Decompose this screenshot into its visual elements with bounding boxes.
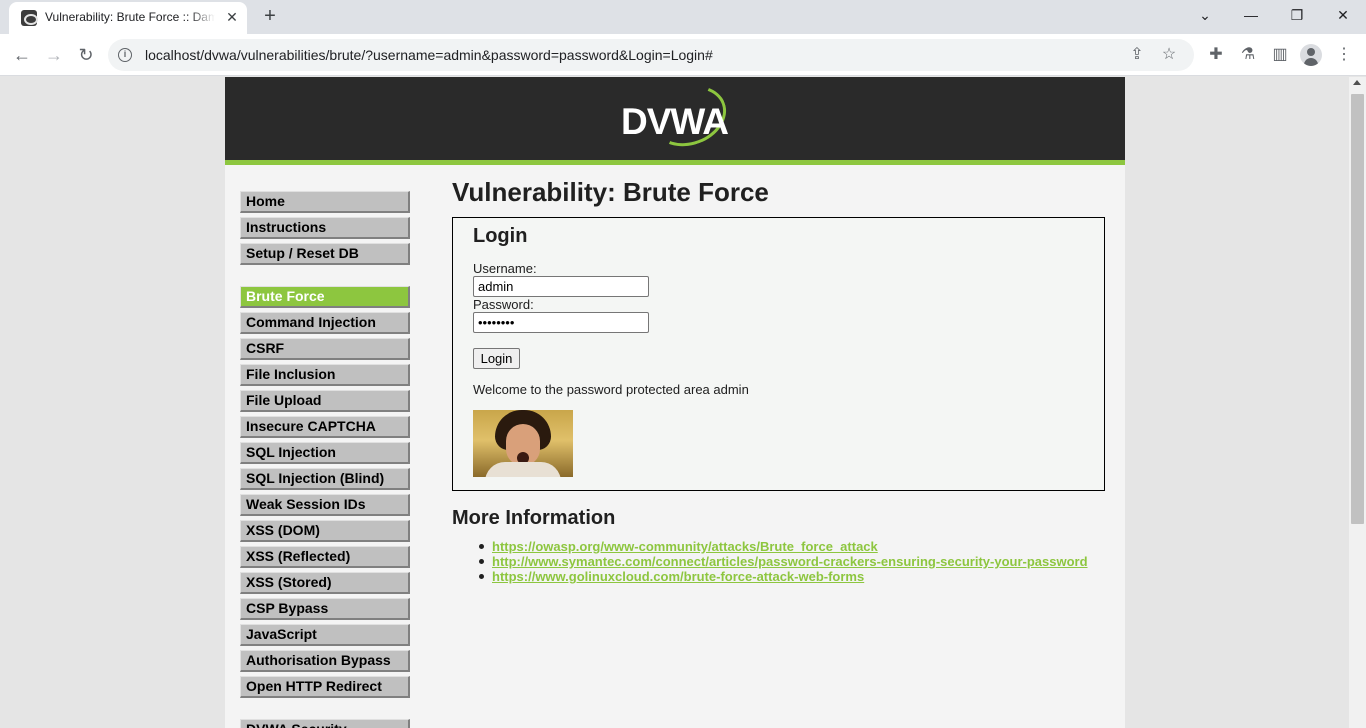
dvwa-container: DVWA Home Instructions Setup / Reset DB … bbox=[225, 77, 1125, 728]
menu-item-file-upload[interactable]: File Upload bbox=[240, 390, 410, 412]
menu-item-file-inclusion[interactable]: File Inclusion bbox=[240, 364, 410, 386]
menu-item-sql-injection-blind[interactable]: SQL Injection (Blind) bbox=[240, 468, 410, 490]
back-icon[interactable]: ← bbox=[10, 43, 34, 67]
share-icon[interactable]: ⇪ bbox=[1127, 45, 1147, 65]
welcome-message: Welcome to the password protected area a… bbox=[473, 382, 749, 397]
menu-item-setup[interactable]: Setup / Reset DB bbox=[240, 243, 410, 265]
extensions-icon[interactable]: ✚ bbox=[1204, 43, 1228, 67]
browser-titlebar: Vulnerability: Brute Force :: Damn Vulne… bbox=[0, 0, 1366, 34]
golinuxcloud-link[interactable]: https://www.golinuxcloud.com/brute-force… bbox=[492, 569, 864, 584]
menu-item-command-injection[interactable]: Command Injection bbox=[240, 312, 410, 334]
more-info-heading: More Information bbox=[452, 507, 616, 529]
page-viewport: DVWA Home Instructions Setup / Reset DB … bbox=[0, 77, 1349, 728]
logo-text: DVWA bbox=[621, 101, 729, 142]
dvwa-logo[interactable]: DVWA bbox=[621, 77, 735, 157]
tab-search-chevron-icon[interactable]: ⌄ bbox=[1193, 5, 1217, 25]
address-bar[interactable]: i localhost/dvwa/vulnerabilities/brute/?… bbox=[108, 39, 1194, 71]
login-heading: Login bbox=[473, 225, 528, 247]
username-input[interactable] bbox=[473, 276, 649, 297]
url-text[interactable]: localhost/dvwa/vulnerabilities/brute/?us… bbox=[145, 47, 713, 63]
minimize-icon[interactable]: — bbox=[1239, 5, 1263, 25]
menu-item-csrf[interactable]: CSRF bbox=[240, 338, 410, 360]
password-input[interactable] bbox=[473, 312, 649, 333]
labs-flask-icon[interactable]: ⚗ bbox=[1236, 43, 1260, 67]
profile-avatar-icon[interactable] bbox=[1300, 44, 1322, 66]
side-panel-icon[interactable]: ▥ bbox=[1268, 43, 1292, 67]
menu-item-xss-dom[interactable]: XSS (DOM) bbox=[240, 520, 410, 542]
list-item: http://www.symantec.com/connect/articles… bbox=[472, 554, 1088, 569]
dvwa-header: DVWA bbox=[225, 77, 1125, 165]
vulnerable-code-area: Login Username: Password: Login Welcome … bbox=[452, 217, 1105, 491]
reload-icon[interactable]: ↻ bbox=[74, 43, 98, 67]
menu-item-csp-bypass[interactable]: CSP Bypass bbox=[240, 598, 410, 620]
list-item: https://owasp.org/www-community/attacks/… bbox=[472, 539, 1088, 554]
photo-shirt bbox=[485, 462, 561, 477]
menu-item-weak-session-ids[interactable]: Weak Session IDs bbox=[240, 494, 410, 516]
login-button[interactable]: Login bbox=[473, 348, 520, 369]
scroll-thumb[interactable] bbox=[1351, 94, 1364, 524]
symantec-link[interactable]: http://www.symantec.com/connect/articles… bbox=[492, 554, 1088, 569]
restore-icon[interactable]: ❐ bbox=[1285, 5, 1309, 25]
owasp-link[interactable]: https://owasp.org/www-community/attacks/… bbox=[492, 539, 878, 554]
menu-item-xss-reflected[interactable]: XSS (Reflected) bbox=[240, 546, 410, 568]
browser-toolbar: ← → ↻ i localhost/dvwa/vulnerabilities/b… bbox=[0, 34, 1366, 76]
forward-icon[interactable]: → bbox=[42, 43, 66, 67]
scroll-up-arrow-icon[interactable] bbox=[1353, 80, 1361, 85]
menu-item-open-http-redirect[interactable]: Open HTTP Redirect bbox=[240, 676, 410, 698]
vertical-scrollbar[interactable] bbox=[1349, 77, 1366, 728]
menu-kebab-icon[interactable]: ⋮ bbox=[1332, 43, 1356, 67]
menu-item-javascript[interactable]: JavaScript bbox=[240, 624, 410, 646]
menu-item-brute-force[interactable]: Brute Force bbox=[240, 286, 410, 308]
bookmark-star-icon[interactable]: ☆ bbox=[1159, 45, 1179, 65]
list-item: https://www.golinuxcloud.com/brute-force… bbox=[472, 569, 1088, 584]
admin-photo bbox=[473, 410, 573, 477]
menu-item-sql-injection[interactable]: SQL Injection bbox=[240, 442, 410, 464]
browser-tab[interactable]: Vulnerability: Brute Force :: Damn Vulne… bbox=[9, 2, 247, 34]
menu-item-xss-stored[interactable]: XSS (Stored) bbox=[240, 572, 410, 594]
dvwa-favicon-icon bbox=[21, 10, 38, 26]
tab-title: Vulnerability: Brute Force :: Damn Vulne… bbox=[45, 10, 215, 24]
close-tab-icon[interactable]: ✕ bbox=[224, 9, 240, 25]
menu-item-authorisation-bypass[interactable]: Authorisation Bypass bbox=[240, 650, 410, 672]
menu-item-insecure-captcha[interactable]: Insecure CAPTCHA bbox=[240, 416, 410, 438]
more-info-links: https://owasp.org/www-community/attacks/… bbox=[472, 539, 1088, 584]
new-tab-icon[interactable]: + bbox=[258, 4, 282, 28]
close-window-icon[interactable]: ✕ bbox=[1331, 5, 1355, 25]
menu-item-dvwa-security[interactable]: DVWA Security bbox=[240, 719, 410, 728]
page-title: Vulnerability: Brute Force bbox=[452, 177, 769, 207]
username-label: Username: bbox=[473, 261, 537, 276]
menu-item-instructions[interactable]: Instructions bbox=[240, 217, 410, 239]
password-label: Password: bbox=[473, 297, 534, 312]
menu-item-home[interactable]: Home bbox=[240, 191, 410, 213]
site-info-icon[interactable]: i bbox=[118, 48, 132, 62]
